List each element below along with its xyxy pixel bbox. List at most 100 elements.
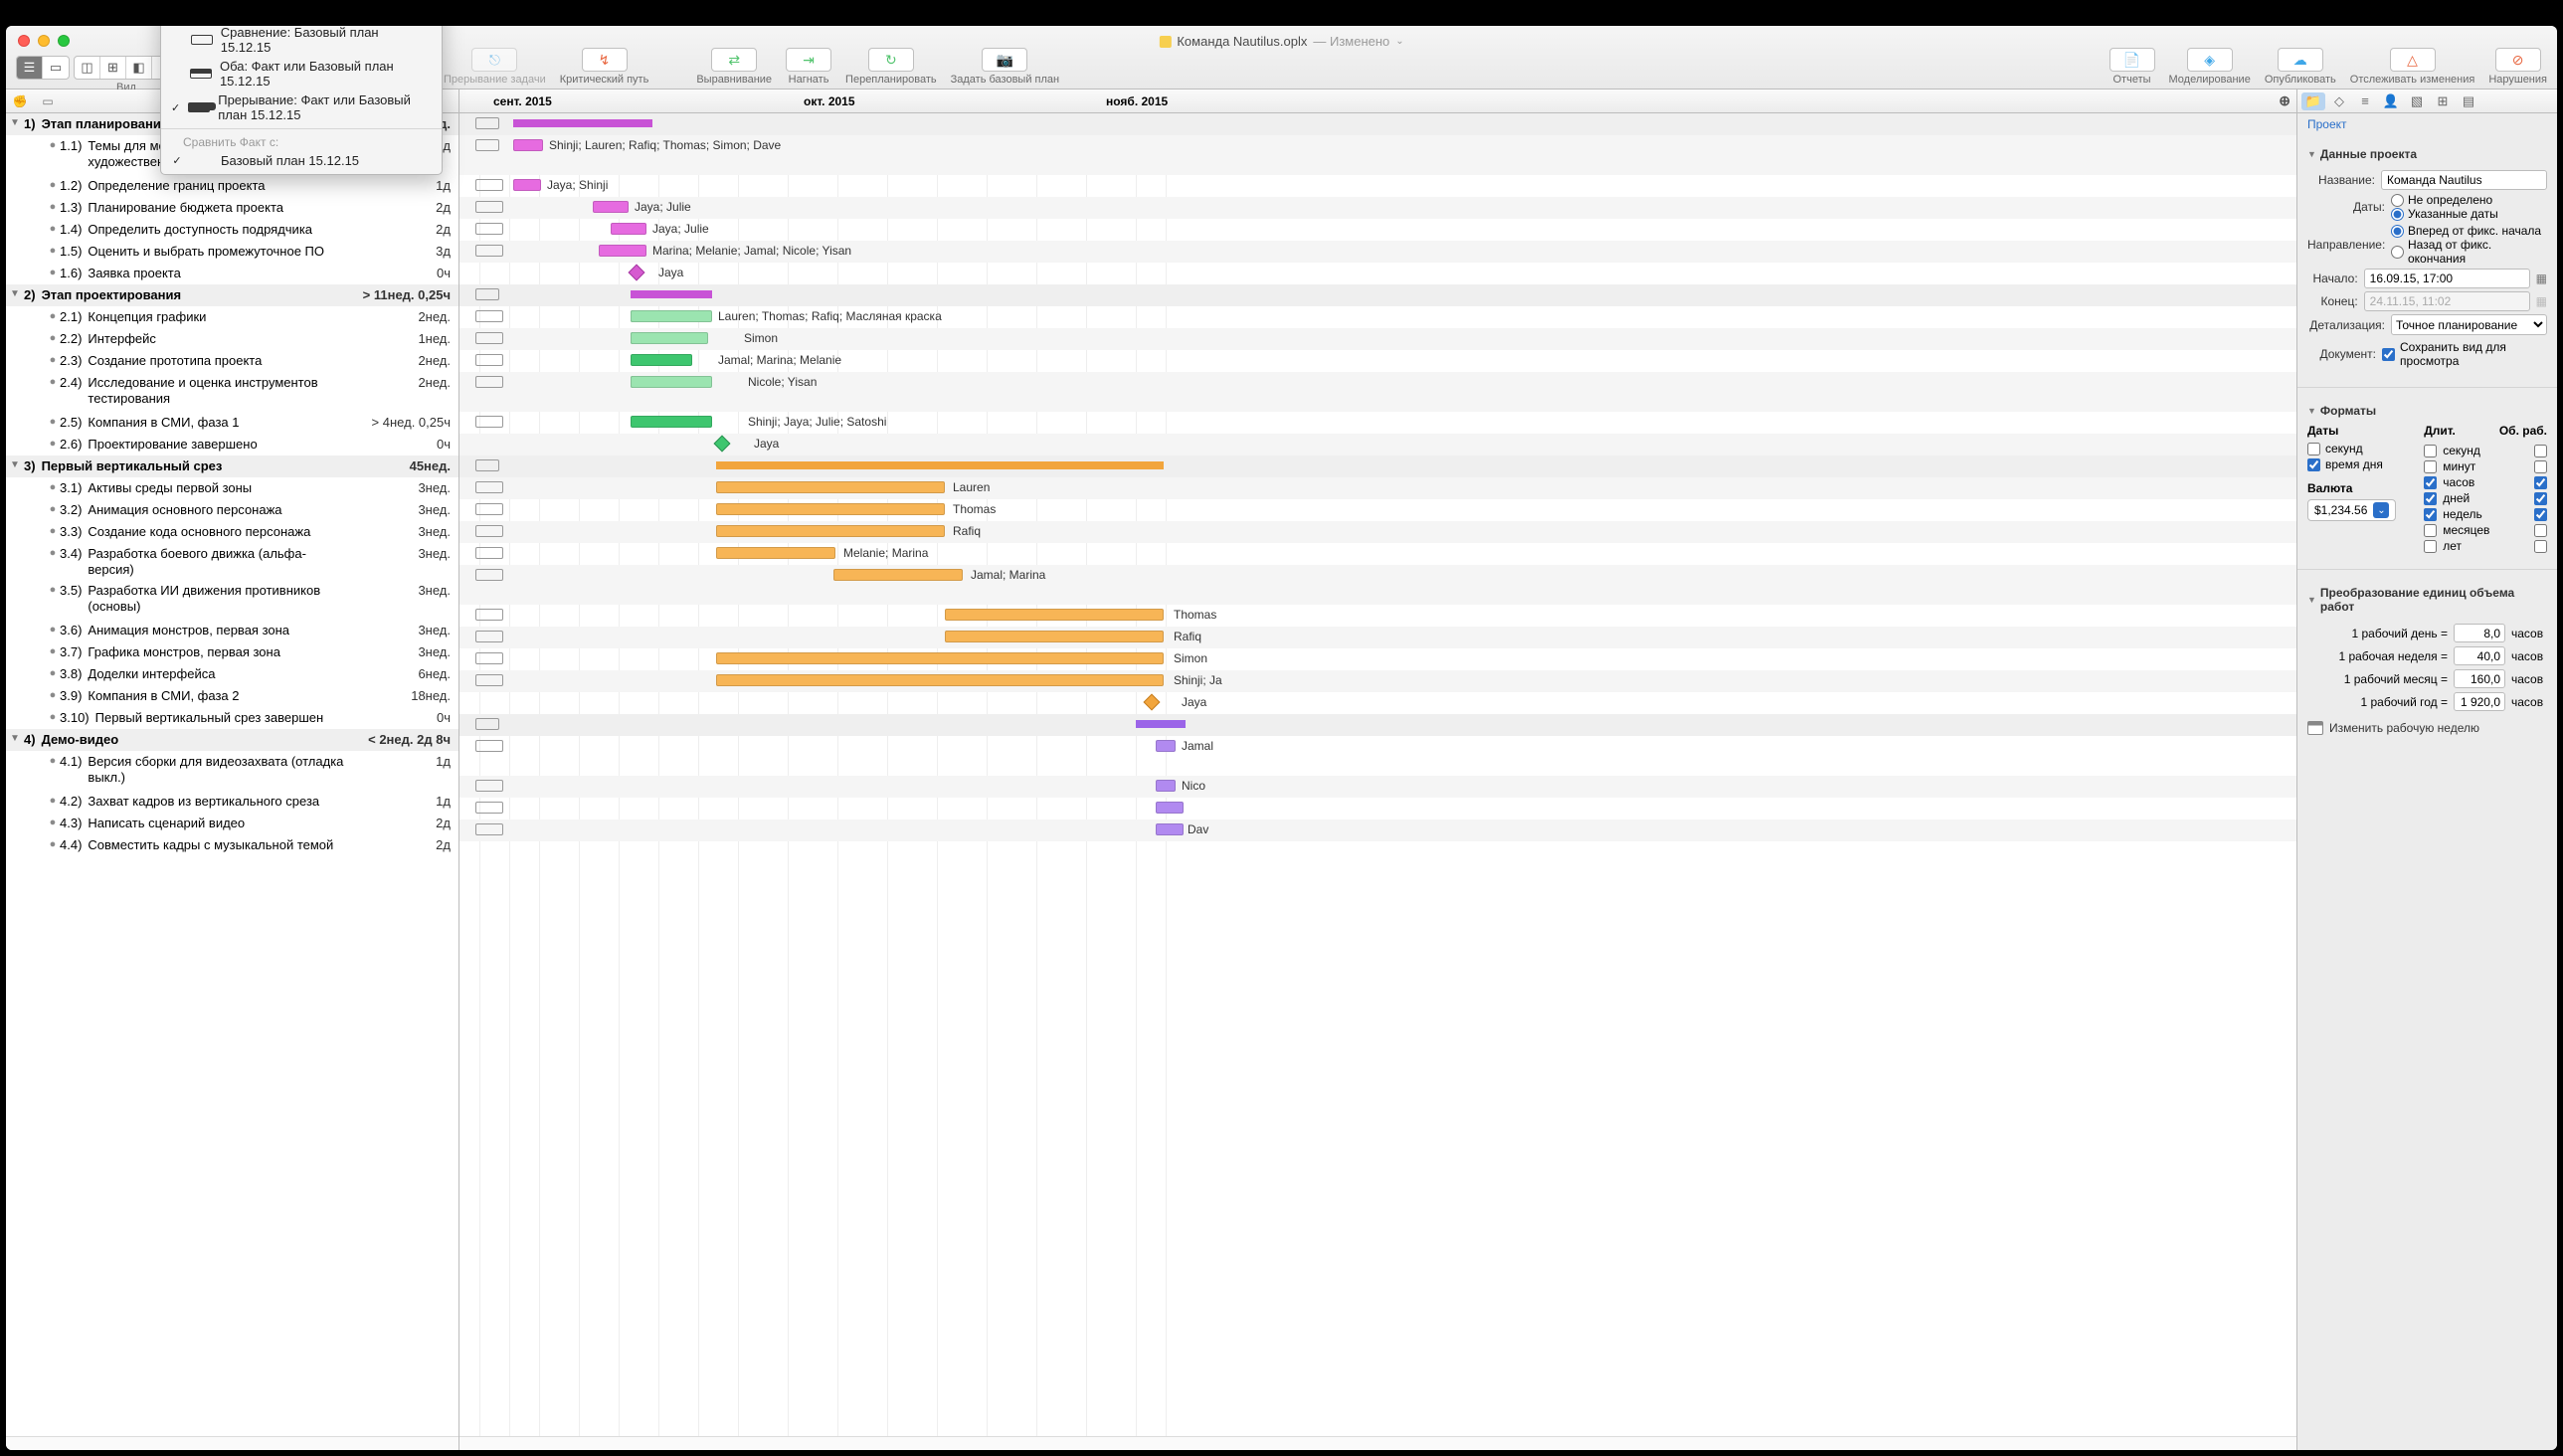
task-row[interactable]: ●3.5)Разработка ИИ движения противников … (6, 580, 458, 620)
toolbar-reschedule[interactable]: ↻Перепланировать (845, 48, 937, 86)
menu-item-compare[interactable]: Сравнение: Базовый план 15.12.15 (161, 26, 442, 57)
baseline-bar[interactable] (475, 718, 499, 730)
toolbar-critical-path[interactable]: ↯Критический путь (560, 48, 649, 86)
toolbar-publish[interactable]: ☁Опубликовать (2265, 48, 2336, 86)
task-row[interactable]: ●4.4)Совместить кадры с музыкальной темо… (6, 834, 458, 856)
fmt-seconds-checkbox[interactable]: секунд (2307, 442, 2410, 455)
baseline-bar[interactable] (475, 376, 503, 388)
task-bar[interactable] (1156, 780, 1176, 792)
task-bar[interactable] (716, 674, 1164, 686)
task-bar[interactable] (513, 139, 543, 151)
toolbar-simulate[interactable]: ◈Моделирование (2169, 48, 2251, 86)
direction-forward-radio[interactable]: Вперед от фикс. начала (2391, 224, 2547, 238)
task-bar[interactable] (631, 376, 712, 388)
task-bar[interactable] (1156, 740, 1176, 752)
task-row[interactable]: ●2.5)Компания в СМИ, фаза 1> 4нед. 0,25ч (6, 412, 458, 434)
task-row[interactable]: ▼3)Первый вертикальный срез45нед. (6, 455, 458, 477)
baseline-bar[interactable] (475, 481, 503, 493)
duration-unit-checkbox[interactable] (2424, 460, 2437, 473)
task-bar[interactable] (1156, 802, 1184, 814)
task-row[interactable]: ●3.3)Создание кода основного персонажа3н… (6, 521, 458, 543)
task-row[interactable]: ●4.1)Версия сборки для видеозахвата (отл… (6, 751, 458, 791)
baseline-bar[interactable] (475, 459, 499, 471)
window-title[interactable]: Команда Nautilus.oplx — Изменено ⌄ (1159, 34, 1403, 49)
baseline-bar[interactable] (475, 139, 499, 151)
duration-unit-checkbox[interactable] (2424, 492, 2437, 505)
task-bar[interactable] (716, 547, 835, 559)
task-bar[interactable] (716, 481, 945, 493)
task-row[interactable]: ●4.2)Захват кадров из вертикального срез… (6, 791, 458, 813)
direction-backward-radio[interactable]: Назад от фикс. окончания (2391, 238, 2547, 266)
baseline-bar[interactable] (475, 201, 503, 213)
menu-item-baseline[interactable]: ✓Базовый план 15.12.15 (161, 151, 442, 170)
summary-bar[interactable] (1136, 720, 1186, 728)
task-row[interactable]: ●3.10)Первый вертикальный срез завершен0… (6, 707, 458, 729)
fmt-timeofday-checkbox[interactable]: время дня (2307, 457, 2410, 471)
task-row[interactable]: ●2.6)Проектирование завершено0ч (6, 434, 458, 455)
baseline-bar[interactable] (475, 179, 503, 191)
baseline-bar[interactable] (475, 674, 503, 686)
baseline-bar[interactable] (475, 547, 503, 559)
baseline-bar[interactable] (475, 780, 503, 792)
inspector-tab-columns[interactable]: ⊞ (2431, 92, 2455, 110)
task-row[interactable]: ●1.3)Планирование бюджета проекта2д (6, 197, 458, 219)
effort-unit-checkbox[interactable] (2534, 476, 2547, 489)
minimize-button[interactable] (38, 35, 50, 47)
currency-format-button[interactable]: $1,234.56⌄ (2307, 499, 2396, 521)
horizontal-scrollbar[interactable] (6, 1436, 458, 1450)
task-bar[interactable] (945, 631, 1164, 642)
baseline-bar[interactable] (475, 354, 503, 366)
baseline-bar[interactable] (475, 223, 503, 235)
task-bar[interactable] (611, 223, 646, 235)
effort-unit-checkbox[interactable] (2534, 524, 2547, 537)
baseline-bar[interactable] (475, 525, 503, 537)
hours-per-year-input[interactable] (2454, 692, 2505, 711)
task-row[interactable]: ▼2)Этап проектирования> 11нед. 0,25ч (6, 284, 458, 306)
zoom-icon[interactable]: ⊕ (2279, 92, 2290, 109)
baseline-bar[interactable] (475, 609, 503, 621)
hours-per-day-input[interactable] (2454, 624, 2505, 642)
section-effort-conversion[interactable]: Преобразование единиц объема работ (2307, 580, 2547, 620)
close-button[interactable] (18, 35, 30, 47)
menu-item-interrupt[interactable]: ✓Прерывание: Факт или Базовый план 15.12… (161, 91, 442, 124)
hours-per-month-input[interactable] (2454, 669, 2505, 688)
gantt-scrollbar[interactable] (459, 1436, 2296, 1450)
task-row[interactable]: ●1.2)Определение границ проекта1д (6, 175, 458, 197)
task-row[interactable]: ●2.2)Интерфейс1нед. (6, 328, 458, 350)
effort-unit-checkbox[interactable] (2534, 492, 2547, 505)
inspector-tab-resource[interactable]: 👤 (2379, 92, 2403, 110)
task-row[interactable]: ●3.4)Разработка боевого движка (альфа-ве… (6, 543, 458, 580)
baseline-bar[interactable] (475, 823, 503, 835)
baseline-bar[interactable] (475, 503, 503, 515)
toolbar-leveling[interactable]: ⇄Выравнивание (696, 48, 772, 86)
task-bar[interactable] (599, 245, 646, 257)
baseline-bar[interactable] (475, 631, 503, 642)
task-bar[interactable] (833, 569, 963, 581)
task-bar[interactable] (631, 332, 708, 344)
inspector-tab-task[interactable]: ≡ (2353, 92, 2377, 110)
task-row[interactable]: ●1.4)Определить доступность подрядчика2д (6, 219, 458, 241)
duration-unit-checkbox[interactable] (2424, 540, 2437, 553)
baseline-bar[interactable] (475, 332, 503, 344)
section-project-data[interactable]: Данные проекта (2307, 141, 2547, 167)
task-row[interactable]: ●2.3)Создание прототипа проекта2нед. (6, 350, 458, 372)
maximize-button[interactable] (58, 35, 70, 47)
task-bar[interactable] (716, 503, 945, 515)
inspector-tab-styles[interactable]: ▧ (2405, 92, 2429, 110)
toolbar-reports[interactable]: 📄Отчеты (2109, 48, 2155, 86)
project-name-input[interactable] (2381, 170, 2547, 190)
view-mode-segmented[interactable]: ☰▭ (16, 56, 70, 80)
summary-bar[interactable] (513, 119, 652, 127)
task-bar[interactable] (631, 310, 712, 322)
task-bar[interactable] (631, 416, 712, 428)
task-bar[interactable] (716, 652, 1164, 664)
task-row[interactable]: ●4.3)Написать сценарий видео2д (6, 813, 458, 834)
duration-unit-checkbox[interactable] (2424, 445, 2437, 457)
effort-unit-checkbox[interactable] (2534, 508, 2547, 521)
task-row[interactable]: ●2.1)Концепция графики2нед. (6, 306, 458, 328)
task-row[interactable]: ●3.7)Графика монстров, первая зона3нед. (6, 641, 458, 663)
save-view-checkbox[interactable]: Сохранить вид для просмотра (2382, 340, 2547, 368)
menu-item-both[interactable]: Оба: Факт или Базовый план 15.12.15 (161, 57, 442, 91)
baseline-bar[interactable] (475, 245, 503, 257)
duration-unit-checkbox[interactable] (2424, 476, 2437, 489)
